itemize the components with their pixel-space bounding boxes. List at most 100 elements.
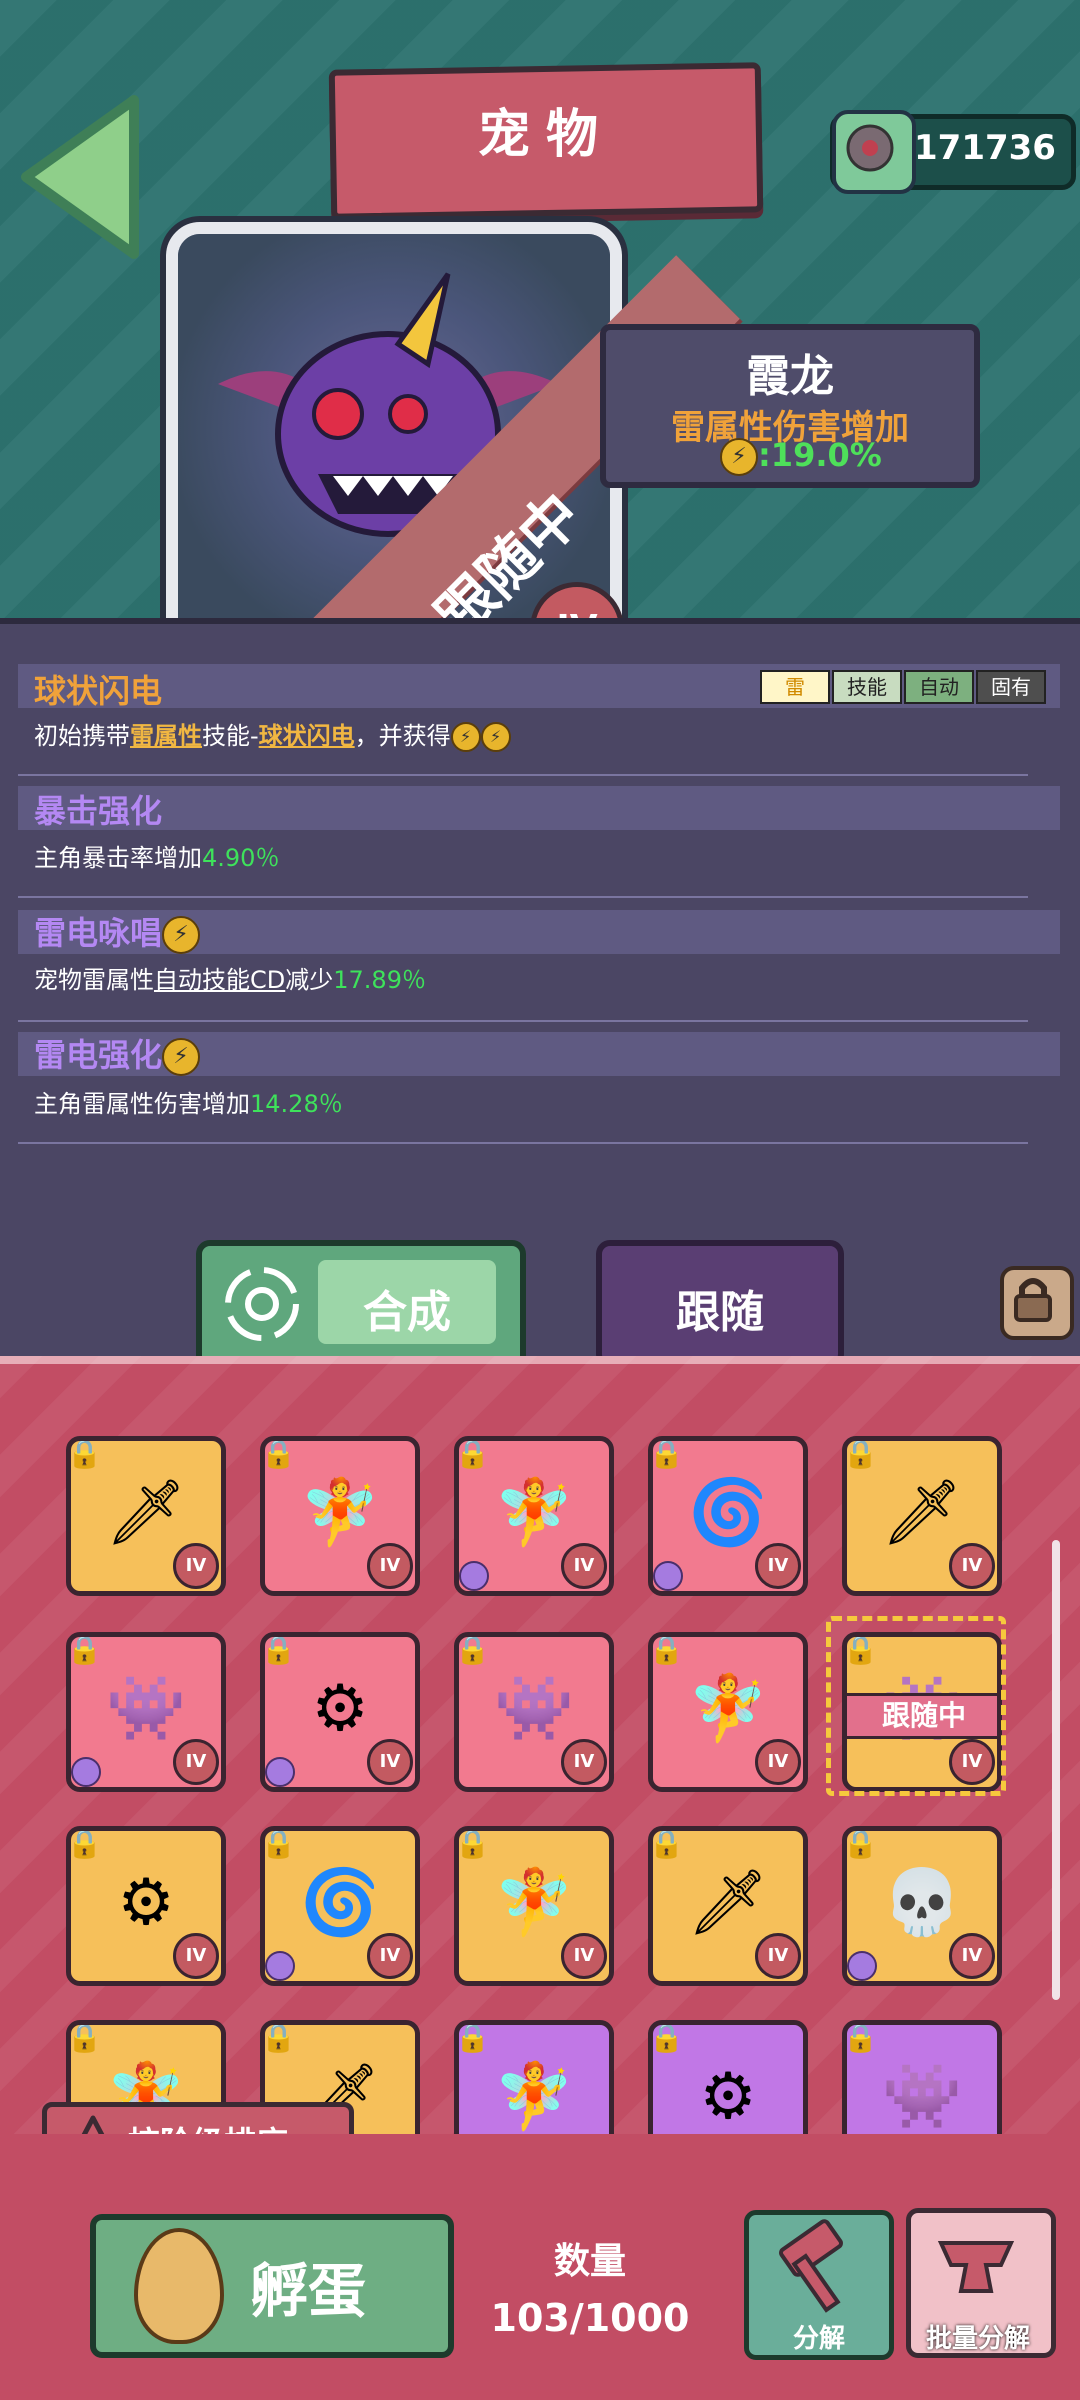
- lock-icon: 🔒: [843, 2021, 878, 2054]
- hatch-button-label: 孵蛋: [250, 2257, 367, 2325]
- tab-follow-label: 跟随: [676, 1287, 764, 1338]
- card-level-badge: IV: [367, 1933, 413, 1979]
- count-value: 103/1000: [490, 2296, 690, 2340]
- lock-icon: 🔒: [261, 1633, 296, 1666]
- page-title: 宠物: [477, 105, 614, 165]
- lock-icon: 🔒: [455, 1827, 490, 1860]
- pet-card[interactable]: 🧚 🔒 IV: [260, 1436, 420, 1596]
- lock-icon: 🔒: [649, 1633, 684, 1666]
- skill-title: 暴击强化: [34, 792, 163, 830]
- gem-icon: [653, 1561, 683, 1591]
- element-link[interactable]: 雷属性: [130, 722, 202, 750]
- lock-icon: [1014, 1278, 1052, 1322]
- lightning-icon: ⚡: [480, 722, 511, 752]
- pet-card[interactable]: ⚙ 🔒: [648, 2020, 808, 2148]
- pet-bonus-value: :19.0%: [758, 436, 882, 474]
- skill-tag: 技能: [832, 670, 902, 704]
- gear-coin-icon: [832, 110, 916, 194]
- batch-decompose-label: 批量分解: [925, 2324, 1030, 2354]
- pet-card[interactable]: 🧚 🔒: [454, 2020, 614, 2148]
- card-level-badge: IV: [755, 1739, 801, 1785]
- lightning-icon: ⚡: [450, 722, 481, 752]
- lock-icon: 🔒: [455, 1437, 490, 1470]
- pet-card[interactable]: 🗡 🔒 IV: [648, 1826, 808, 1986]
- lock-icon: 🔒: [455, 2021, 490, 2054]
- lock-button[interactable]: [1000, 1266, 1074, 1340]
- pet-card[interactable]: 🧚 🔒 IV: [648, 1632, 808, 1792]
- divider: [18, 896, 1028, 898]
- lock-icon: 🔒: [67, 1437, 102, 1470]
- inventory-scrollbar[interactable]: [1052, 1540, 1060, 2000]
- gem-icon: [847, 1951, 877, 1981]
- purple-dragon-icon: 👾: [882, 2060, 962, 2134]
- skill-description: 主角雷属性伤害增加14.28％: [34, 1090, 343, 1118]
- card-level-badge: IV: [561, 1933, 607, 1979]
- skill-description: 初始携带雷属性技能-球状闪电，并获得 ⚡ ⚡: [34, 716, 511, 752]
- skill-header-bar: [18, 786, 1060, 830]
- divider: [18, 1142, 1028, 1144]
- back-arrow-icon[interactable]: [14, 92, 144, 262]
- skill-description: 宠物雷属性自动技能CD减少17.89％: [34, 966, 426, 994]
- pet-card[interactable]: 💀 🔒 IV: [842, 1826, 1002, 1986]
- pet-name: 霞龙: [746, 351, 834, 402]
- gem-icon: [265, 1757, 295, 1787]
- gem-icon: [265, 1951, 295, 1981]
- card-level-badge: IV: [949, 1543, 995, 1589]
- selected-card-frame: [826, 1616, 1006, 1796]
- pet-card[interactable]: ⚙ 🔒 IV: [66, 1826, 226, 1986]
- pet-card[interactable]: 👾 🔒: [842, 2020, 1002, 2148]
- pet-card[interactable]: 🧚 🔒 IV: [454, 1826, 614, 1986]
- divider: [18, 1020, 1028, 1022]
- lock-icon: 🔒: [843, 1827, 878, 1860]
- lock-icon: 🔒: [261, 1827, 296, 1860]
- pet-card[interactable]: 👾 🔒 IV: [454, 1632, 614, 1792]
- skill-tag: 雷: [760, 670, 830, 704]
- swirl-icon: [225, 1267, 299, 1341]
- lock-icon: 🔒: [67, 2021, 102, 2054]
- lightning-icon: ⚡: [162, 1038, 201, 1076]
- skill-title: 雷电咏唱 ⚡: [34, 908, 201, 954]
- card-level-badge: IV: [367, 1543, 413, 1589]
- skill-title: 球状闪电: [34, 672, 163, 710]
- lightning-icon: ⚡: [162, 916, 201, 954]
- lock-icon: 🔒: [455, 1633, 490, 1666]
- skill-tag: 固有: [976, 670, 1046, 704]
- card-level-badge: IV: [561, 1739, 607, 1785]
- skill-link[interactable]: 球状闪电: [259, 722, 355, 750]
- lock-icon: 🔒: [261, 2021, 296, 2054]
- divider: [18, 774, 1028, 776]
- fairy-icon: 🧚: [494, 2060, 574, 2134]
- lock-icon: 🔒: [67, 1633, 102, 1666]
- anvil-icon: [937, 2241, 1015, 2293]
- pet-card[interactable]: 👾 🔒 IV: [66, 1632, 226, 1792]
- card-level-badge: IV: [367, 1739, 413, 1785]
- card-level-badge: IV: [755, 1933, 801, 1979]
- skill-link[interactable]: 自动技能CD: [154, 966, 285, 994]
- lock-icon: 🔒: [649, 1437, 684, 1470]
- pet-card[interactable]: 🗡 🔒 IV: [842, 1436, 1002, 1596]
- lock-icon: 🔒: [649, 1827, 684, 1860]
- card-level-badge: IV: [561, 1543, 607, 1589]
- pet-card[interactable]: 🧚 🔒 IV: [454, 1436, 614, 1596]
- gem-icon: [71, 1757, 101, 1787]
- gem-icon: [459, 1561, 489, 1591]
- card-level-badge: IV: [173, 1543, 219, 1589]
- count-label: 数量: [553, 2241, 626, 2282]
- drone-icon: ⚙: [699, 2060, 757, 2134]
- hammer-icon: [779, 2219, 843, 2313]
- pet-card[interactable]: 🌀 🔒 IV: [260, 1826, 420, 1986]
- pet-card[interactable]: ⚙ 🔒 IV: [260, 1632, 420, 1792]
- lock-icon: 🔒: [261, 1437, 296, 1470]
- skill-description: 主角暴击率增加4.90％: [34, 844, 280, 872]
- pet-card[interactable]: 🗡 🔒 IV: [66, 1436, 226, 1596]
- currency-value: 171736: [914, 128, 1056, 168]
- card-level-badge: IV: [949, 1933, 995, 1979]
- decompose-label: 分解: [792, 2324, 845, 2354]
- card-level-badge: IV: [173, 1933, 219, 1979]
- lightning-icon: ⚡: [720, 438, 758, 476]
- card-level-badge: IV: [755, 1543, 801, 1589]
- pet-card[interactable]: 🌀 🔒 IV: [648, 1436, 808, 1596]
- tab-merge-label: 合成: [363, 1287, 451, 1338]
- lock-icon: 🔒: [843, 1437, 878, 1470]
- lock-icon: 🔒: [649, 2021, 684, 2054]
